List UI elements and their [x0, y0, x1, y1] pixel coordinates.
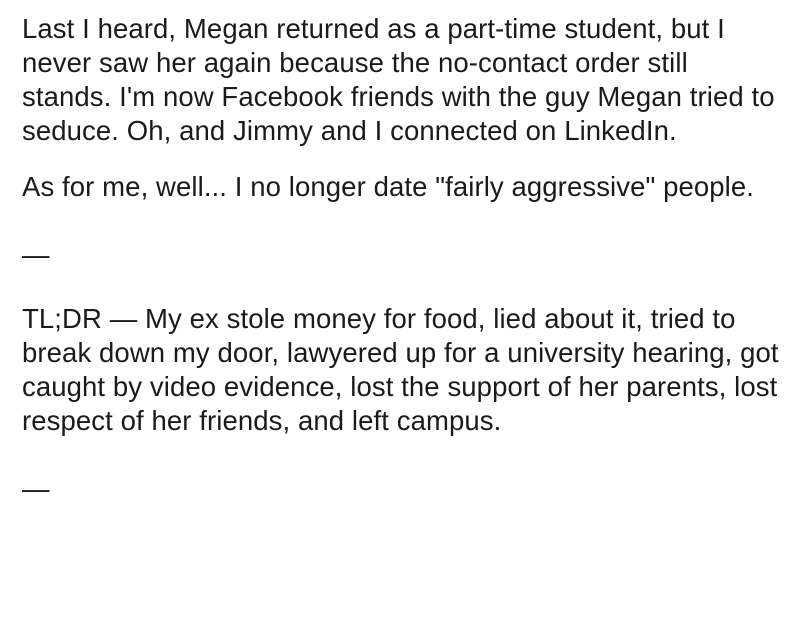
paragraph-dating: As for me, well... I no longer date "fai…	[22, 171, 755, 202]
section-divider: —	[22, 239, 50, 270]
paragraph-tldr: TL;DR — My ex stole money for food, lied…	[22, 303, 779, 436]
post-body: Last I heard, Megan returned as a part-t…	[0, 0, 800, 627]
section-divider: —	[22, 473, 50, 504]
paragraph-aftermath: Last I heard, Megan returned as a part-t…	[22, 13, 775, 146]
